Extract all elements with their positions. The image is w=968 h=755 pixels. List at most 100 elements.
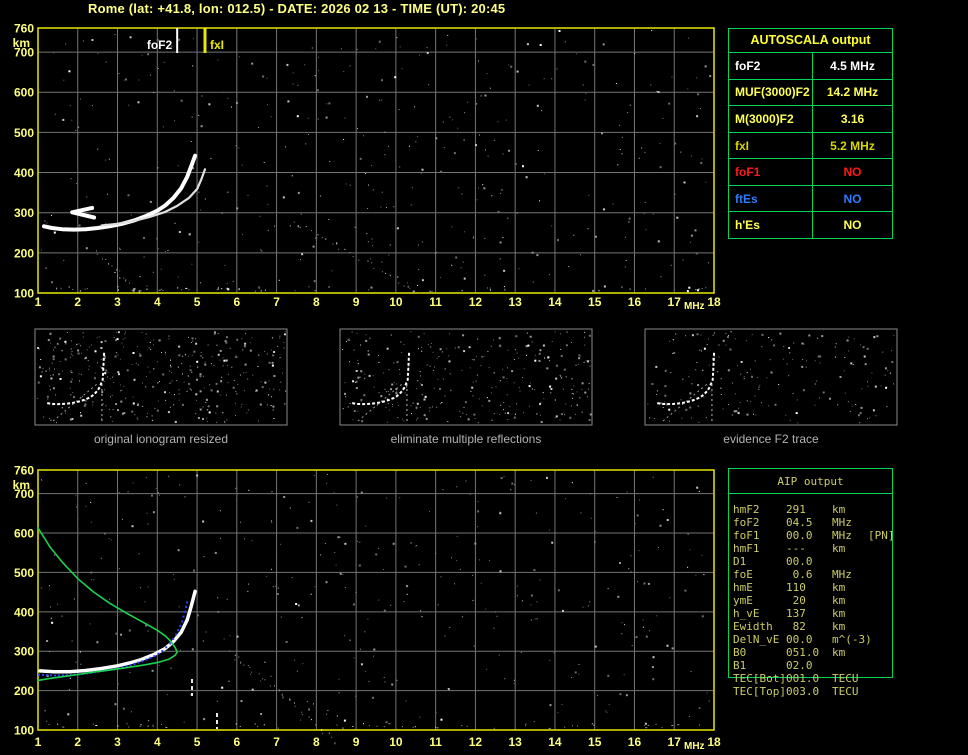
aip-param-value: 82 [786,620,806,633]
aip-row-d1: D1 00.0 [733,555,895,568]
svg-text:4: 4 [154,735,161,749]
svg-text:400: 400 [14,166,34,180]
aip-param-label: B1 [733,659,747,672]
svg-text:600: 600 [14,527,34,541]
svg-text:foF2: foF2 [147,38,173,52]
aip-param-unit: MHz [832,568,852,581]
svg-text:1: 1 [35,735,42,749]
svg-text:MHz: MHz [684,301,705,312]
svg-text:5: 5 [194,735,201,749]
aip-param-value: 00.0 [786,633,813,646]
svg-text:fxI: fxI [210,38,224,52]
aip-param-label: Ewidth [733,620,773,633]
window-title: Rome (lat: +41.8, lon: 012.5) - DATE: 20… [88,1,506,16]
aip-row-foe: foE 0.6 MHz [733,568,895,581]
svg-text:4: 4 [154,295,161,309]
aip-param-value: 003.0 [786,685,820,698]
aip-row-ewidth: Ewidth 82 km [733,620,895,633]
svg-text:14: 14 [548,735,562,749]
aip-param-label: TEC[Top] [733,685,786,698]
autoscala-row-muf3000f2: MUF(3000)F2 14.2 MHz [729,78,892,106]
autoscala-row-fof1: foF1 NO [729,158,892,185]
aip-param-unit: MHz [832,516,852,529]
svg-text:3: 3 [114,295,121,309]
svg-text:MHz: MHz [684,741,705,752]
aip-param-value: 20 [786,594,806,607]
aip-param-label: foE [733,568,753,581]
svg-text:8: 8 [313,735,320,749]
svg-text:7: 7 [273,295,280,309]
aip-param-value: 110 [786,581,806,594]
svg-text:500: 500 [14,126,34,140]
aip-param-unit: TECU [832,685,859,698]
aip-row-b1: B1 02.0 [733,659,895,672]
aip-row-yme: ymE 20 km [733,594,895,607]
autoscala-param-label: MUF(3000)F2 [729,79,813,106]
aip-param-label: D1 [733,555,747,568]
svg-text:13: 13 [508,295,522,309]
svg-text:km: km [13,478,30,492]
aip-param-label: hmF2 [733,503,760,516]
aip-row-hve: h_vE 137 km [733,607,895,620]
autoscala-param-value: 5.2 MHz [830,138,875,153]
svg-text:3: 3 [114,735,121,749]
aip-param-label: h_vE [733,607,760,620]
svg-text:16: 16 [628,295,642,309]
autoscala-row-m3000f2: M(3000)F2 3.16 [729,105,892,132]
svg-text:17: 17 [668,295,682,309]
aip-param-label: hmF1 [733,542,760,555]
aip-param-unit: m^(-3) [832,633,872,646]
svg-text:17: 17 [668,735,682,749]
aip-param-unit: km [832,594,846,607]
autoscala-param-label: ftEs [729,185,813,212]
svg-text:760: 760 [14,22,34,36]
thumbnail-caption-evidence: evidence F2 trace [723,432,819,446]
svg-text:300: 300 [14,645,34,659]
autoscala-param-label: foF2 [729,53,813,79]
aip-param-unit: MHz [832,529,852,542]
aip-param-unit: km [832,581,846,594]
svg-text:km: km [13,36,30,50]
autoscala-panel-title: AUTOSCALA output [729,29,892,53]
svg-text:600: 600 [14,86,34,100]
svg-text:18: 18 [707,735,721,749]
aip-param-label: B0 [733,646,747,659]
svg-text:100: 100 [14,287,34,301]
aip-param-unit: km [832,607,846,620]
autoscala-param-value: NO [843,165,862,180]
svg-text:500: 500 [14,566,34,580]
autoscala-param-value: 4.5 MHz [830,58,875,73]
svg-text:760: 760 [14,464,34,478]
svg-text:9: 9 [353,735,360,749]
aip-row-hmf1: hmF1 --- km [733,542,895,555]
aip-title-divider [728,493,893,494]
svg-text:10: 10 [389,295,403,309]
aip-row-delnve: DelN_vE 00.0 m^(-3) [733,633,895,646]
aip-param-unit: km [832,646,846,659]
svg-text:7: 7 [273,735,280,749]
aip-param-value: 0.6 [786,568,813,581]
aip-param-value: 001.0 [786,672,820,685]
aip-param-value: 137 [786,607,806,620]
svg-text:12: 12 [469,295,483,309]
svg-text:2: 2 [74,295,81,309]
aip-param-value: 04.5 [786,516,813,529]
aip-param-unit: km [832,620,846,633]
svg-text:15: 15 [588,295,602,309]
aip-row-hmf2: hmF2 291 km [733,503,895,516]
autoscala-row-fof2: foF2 4.5 MHz [729,53,892,79]
aip-param-label: DelN_vE [733,633,780,646]
svg-text:14: 14 [548,295,562,309]
aip-row-b0: B0 051.0 km [733,646,895,659]
aip-rows: hmF2 291 km foF2 04.5 MHz foF1 00.0 MHz [PN] hmF1 -… [733,503,895,698]
autoscala-row-hes: h'Es NO [729,211,892,239]
aip-row-tectop: TEC[Top]003.0 TECU [733,685,895,698]
aip-param-value: --- [786,542,806,555]
svg-text:300: 300 [14,206,34,220]
aip-param-value: 051.0 [786,646,820,659]
autoscala-param-value: NO [843,191,862,206]
autoscala-param-value: NO [843,218,862,233]
aip-panel-title: AIP output [777,475,844,488]
svg-text:100: 100 [14,724,34,738]
aip-param-label: foF1 [733,529,760,542]
